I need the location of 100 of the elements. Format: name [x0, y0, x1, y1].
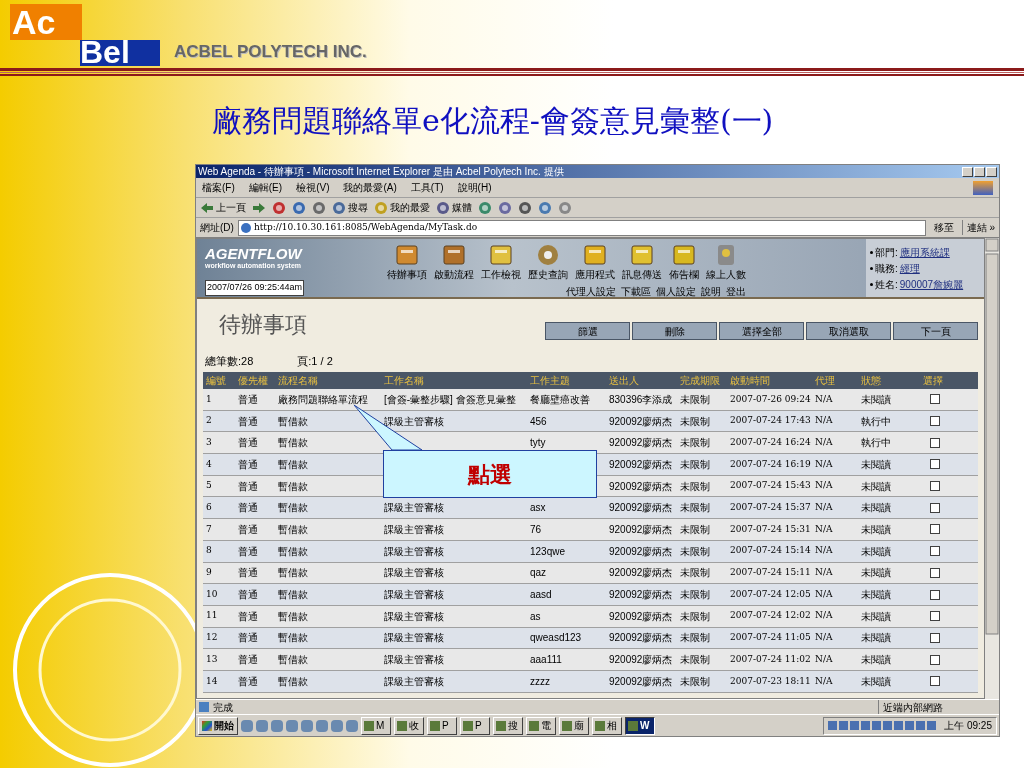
- taskbar-button[interactable]: P: [427, 716, 457, 735]
- table-cell-text: qweasd123: [529, 631, 583, 646]
- nav-link[interactable]: 說明: [701, 284, 721, 299]
- toolbar-label[interactable]: 搜尋: [348, 200, 368, 215]
- row-checkbox[interactable]: [930, 481, 940, 492]
- nav-item[interactable]: 應用程式: [575, 243, 615, 282]
- row-checkbox[interactable]: [930, 589, 940, 600]
- column-header[interactable]: 工作名稱: [381, 373, 527, 388]
- links-button[interactable]: 連結 »: [961, 220, 995, 235]
- toolbar-label[interactable]: 媒體: [452, 200, 472, 215]
- forward-icon[interactable]: [252, 200, 266, 215]
- action-button[interactable]: 下一頁: [893, 322, 978, 340]
- column-header[interactable]: 完成期限: [677, 373, 727, 388]
- quick-launch-icon[interactable]: [331, 719, 343, 732]
- user-value-link[interactable]: 900007詹婉麗: [899, 276, 964, 292]
- action-button[interactable]: 刪除: [632, 322, 717, 340]
- bullet-icon: [870, 250, 873, 254]
- table-cell-text: 未限制: [679, 479, 711, 494]
- table-cell-text: 課級主管審核: [383, 566, 445, 581]
- table-cell-text: N/A: [814, 479, 834, 493]
- column-header[interactable]: 優先權: [235, 373, 275, 388]
- column-header[interactable]: 狀態: [858, 373, 920, 388]
- nav-item[interactable]: 工作檢視: [481, 243, 521, 282]
- column-header[interactable]: 選擇: [920, 373, 978, 388]
- table-cell-text: 2007-07-24 12:05: [729, 587, 812, 601]
- row-checkbox[interactable]: [930, 632, 940, 643]
- row-checkbox[interactable]: [930, 416, 940, 427]
- quick-launch-icon[interactable]: [301, 719, 313, 732]
- taskbar-button[interactable]: 相: [592, 716, 622, 735]
- row-checkbox[interactable]: [930, 502, 940, 513]
- menu-item[interactable]: 我的最愛(A): [343, 180, 397, 195]
- row-checkbox[interactable]: [930, 524, 940, 535]
- menu-item[interactable]: 工具(T): [410, 180, 444, 195]
- row-checkbox[interactable]: [930, 676, 940, 687]
- menu-item[interactable]: 檢視(V): [296, 180, 330, 195]
- menu-item[interactable]: 編輯(E): [248, 180, 283, 195]
- scrollbar[interactable]: [985, 238, 999, 699]
- toolbar-label[interactable]: 我的最愛: [390, 200, 430, 215]
- table-cell-text: N/A: [814, 435, 834, 449]
- column-header[interactable]: 工作主題: [527, 373, 606, 388]
- nav-link[interactable]: 登出: [726, 284, 746, 299]
- taskbar-button[interactable]: M: [361, 716, 391, 735]
- column-header[interactable]: 編號: [203, 373, 235, 388]
- row-checkbox[interactable]: [930, 459, 940, 470]
- menu-item[interactable]: 檔案(F): [202, 180, 235, 195]
- quick-launch-icon[interactable]: [271, 719, 283, 732]
- quick-launch-icon[interactable]: [256, 719, 268, 732]
- action-button[interactable]: 取消選取: [806, 322, 891, 340]
- taskbar-button[interactable]: 廟: [559, 716, 589, 735]
- row-checkbox[interactable]: [930, 437, 940, 448]
- table-cell-text: 920092廖炳杰: [608, 501, 674, 516]
- row-checkbox[interactable]: [930, 546, 940, 557]
- nav-item[interactable]: 歷史查詢: [528, 243, 568, 282]
- nav-item[interactable]: 啟動流程: [434, 243, 474, 282]
- column-header[interactable]: 流程名稱: [275, 373, 381, 388]
- table-cell-text: 未限制: [679, 436, 711, 451]
- table-cell-text: 未閱讀: [860, 544, 892, 559]
- address-field[interactable]: http://10.10.30.161:8085/WebAgenda/MyTask.do: [237, 219, 926, 236]
- table-cell-text: 暫借款: [277, 544, 309, 559]
- table-cell-text: 課級主管審核: [383, 674, 445, 689]
- row-checkbox[interactable]: [930, 567, 940, 578]
- row-checkbox[interactable]: [930, 611, 940, 622]
- quick-launch-icon[interactable]: [316, 719, 328, 732]
- taskbar-button[interactable]: 電: [526, 716, 556, 735]
- user-value-link[interactable]: 經理: [899, 260, 920, 276]
- table-cell-text: 830396李添成: [608, 392, 674, 407]
- start-button[interactable]: 開始: [198, 716, 238, 735]
- action-button[interactable]: 篩選: [545, 322, 630, 340]
- window-title: Web Agenda - 待辦事項 - Microsoft Internet Explorer 是由 Acbel Polytech Inc. 提供: [198, 165, 564, 178]
- action-button[interactable]: 選擇全部: [719, 322, 804, 340]
- back-icon[interactable]: [200, 200, 214, 215]
- table-cell-text: 5: [205, 479, 213, 493]
- go-button[interactable]: 移至: [929, 220, 958, 235]
- nav-item[interactable]: 待辦事項: [387, 243, 427, 282]
- nav-item[interactable]: 線上人數: [706, 243, 746, 282]
- taskbar-button[interactable]: W: [625, 716, 655, 735]
- table-cell-text: 課級主管審核: [383, 631, 445, 646]
- table-cell-text: tyty: [529, 436, 547, 451]
- taskbar-button[interactable]: P: [460, 716, 490, 735]
- nav-item[interactable]: 佈告欄: [669, 243, 699, 282]
- menu-item[interactable]: 說明(H): [457, 180, 492, 195]
- quick-launch-icon[interactable]: [286, 719, 298, 732]
- column-header[interactable]: 啟動時間: [727, 373, 812, 388]
- toolbar-label[interactable]: 上一頁: [216, 200, 246, 215]
- nav-item[interactable]: 訊息傳送: [622, 243, 662, 282]
- table-cell-text: 暫借款: [277, 522, 309, 537]
- app-icon: [529, 720, 539, 731]
- column-header[interactable]: 代理: [812, 373, 858, 388]
- taskbar-button[interactable]: 收: [394, 716, 424, 735]
- row-checkbox[interactable]: [930, 654, 940, 665]
- column-header[interactable]: 送出人: [606, 373, 677, 388]
- nav-link[interactable]: 下載區: [621, 284, 651, 299]
- nav-link[interactable]: 代理人設定: [566, 284, 616, 299]
- nav-link[interactable]: 個人設定: [656, 284, 696, 299]
- quick-launch-icon[interactable]: [241, 719, 253, 732]
- taskbar-button[interactable]: 搜: [493, 716, 523, 735]
- user-value-link[interactable]: 應用系統課: [899, 244, 950, 260]
- row-checkbox[interactable]: [930, 394, 940, 405]
- quick-launch-icon[interactable]: [346, 719, 358, 732]
- table-cell-text: 課級主管審核: [383, 501, 445, 516]
